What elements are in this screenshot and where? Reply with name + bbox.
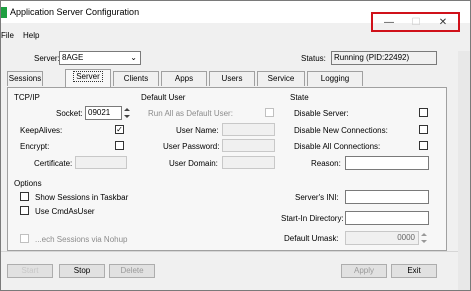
show-sessions-taskbar-label: Show Sessions in Taskbar: [35, 193, 129, 202]
keepalives-label: KeepAlives:: [20, 126, 63, 135]
tab-apps[interactable]: Apps: [161, 71, 207, 86]
socket-stepper[interactable]: [122, 106, 132, 120]
reason-input[interactable]: [345, 156, 429, 170]
disable-all-connections-label: Disable All Connections:: [294, 142, 381, 151]
stop-button[interactable]: Stop: [59, 264, 105, 278]
user-name-label: User Name:: [176, 126, 219, 135]
spinner-icon: [124, 108, 130, 118]
maximize-icon[interactable]: ☐: [402, 16, 430, 30]
disable-new-connections-checkbox[interactable]: [419, 125, 428, 134]
run-all-default-user-label: Run All as Default User:: [148, 109, 233, 118]
title-bar: Application Server Configuration — ☐ ✕: [1, 1, 470, 32]
encrypt-checkbox[interactable]: [115, 141, 124, 150]
default-user-group-title: Default User: [141, 93, 186, 102]
run-all-default-user-checkbox[interactable]: [265, 108, 274, 117]
start-in-directory-input[interactable]: [345, 211, 429, 225]
use-cmdasuser-checkbox[interactable]: [20, 206, 29, 215]
certificate-label: Certificate:: [34, 159, 73, 168]
show-sessions-taskbar-checkbox[interactable]: [20, 192, 29, 201]
default-umask-input[interactable]: 0000: [345, 231, 419, 245]
status-label: Status:: [301, 54, 326, 63]
tab-logging[interactable]: Logging: [307, 71, 363, 86]
close-icon[interactable]: ✕: [429, 16, 457, 30]
encrypt-label: Encrypt:: [20, 142, 50, 151]
status-value: Running (PID:22492): [331, 51, 437, 65]
socket-label: Socket:: [56, 109, 83, 118]
apply-button[interactable]: Apply: [341, 264, 387, 278]
tab-server[interactable]: Server: [65, 69, 111, 87]
user-password-input[interactable]: [222, 139, 275, 152]
user-password-label: User Password:: [163, 142, 220, 151]
tab-users[interactable]: Users: [209, 71, 255, 86]
reason-label: Reason:: [311, 159, 341, 168]
server-select[interactable]: 8AGE ⌄: [59, 51, 141, 65]
socket-input[interactable]: 09021: [85, 106, 122, 120]
app-window: Application Server Configuration — ☐ ✕ F…: [0, 0, 471, 291]
exit-button[interactable]: Exit: [391, 264, 437, 278]
spinner-icon: [421, 233, 427, 243]
tab-clients[interactable]: Clients: [113, 71, 159, 86]
start-button[interactable]: Start: [7, 264, 53, 278]
menu-help[interactable]: Help: [23, 31, 39, 40]
server-tab-panel: TCP/IP Socket: 09021 KeepAlives: ✓ Encry…: [7, 87, 447, 251]
delete-button[interactable]: Delete: [109, 264, 155, 278]
disable-server-label: Disable Server:: [294, 109, 349, 118]
nohup-checkbox[interactable]: [20, 234, 29, 243]
start-in-directory-label: Start-In Directory:: [281, 214, 344, 223]
minimize-icon[interactable]: —: [375, 16, 403, 30]
use-cmdasuser-label: Use CmdAsUser: [35, 207, 95, 216]
footer-separator: [1, 251, 470, 252]
user-domain-input[interactable]: [222, 156, 275, 169]
certificate-input[interactable]: [75, 156, 127, 169]
state-group-title: State: [290, 93, 309, 102]
server-label: Server:: [34, 54, 60, 63]
window-scrollbar[interactable]: [458, 51, 470, 290]
options-group-title: Options: [14, 179, 42, 188]
nohup-label: ...ech Sessions via Nohup: [35, 235, 128, 244]
default-umask-label: Default Umask:: [284, 234, 339, 243]
window-controls: — ☐ ✕: [371, 12, 460, 32]
disable-new-connections-label: Disable New Connections:: [294, 126, 388, 135]
window-title: Application Server Configuration: [10, 7, 140, 17]
app-icon: [1, 7, 7, 18]
tab-service[interactable]: Service: [257, 71, 305, 86]
keepalives-checkbox[interactable]: ✓: [115, 125, 124, 134]
menu-file[interactable]: File: [1, 31, 14, 40]
user-name-input[interactable]: [222, 123, 275, 136]
server-value: 8AGE: [62, 53, 84, 62]
servers-ini-label: Server's INI:: [295, 193, 339, 202]
tcpip-group-title: TCP/IP: [14, 93, 40, 102]
servers-ini-input[interactable]: [345, 190, 429, 204]
disable-all-connections-checkbox[interactable]: [419, 141, 428, 150]
chevron-down-icon: ⌄: [130, 53, 137, 62]
umask-stepper[interactable]: [419, 231, 429, 245]
tab-sessions[interactable]: Sessions: [7, 71, 43, 86]
disable-server-checkbox[interactable]: [419, 108, 428, 117]
user-domain-label: User Domain:: [169, 159, 218, 168]
